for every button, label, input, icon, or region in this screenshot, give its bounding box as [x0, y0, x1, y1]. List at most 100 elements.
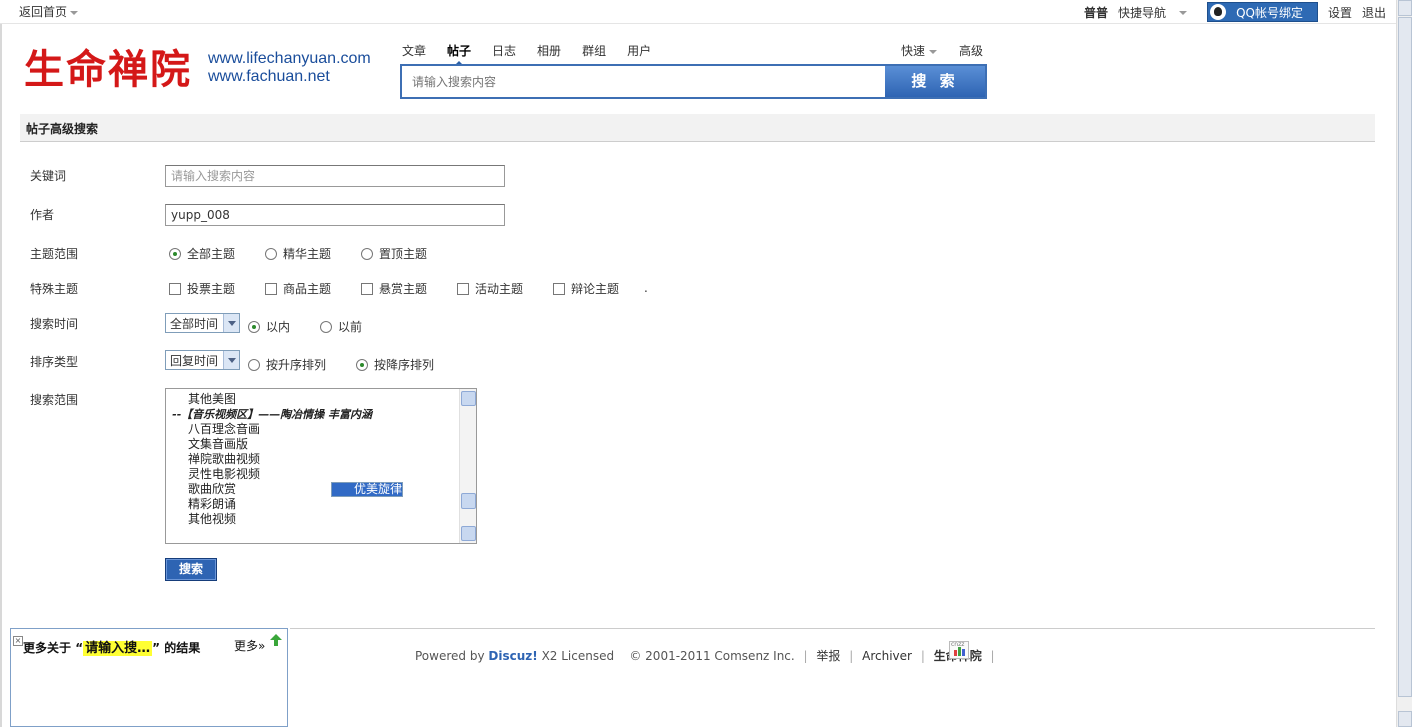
list-item[interactable]: 文集音画版 [166, 437, 476, 452]
cnzz-bar [958, 647, 961, 656]
powered-by-text: Powered by [415, 649, 485, 663]
footer-separator: | [849, 649, 854, 663]
special-option[interactable]: 辩论主题 [553, 280, 619, 297]
tab-search-type[interactable]: 日志 [492, 42, 516, 60]
scope-option-label: 精华主题 [283, 247, 332, 261]
top-bar: 返回首页 普普 快捷导航 QQ帐号绑定 设置 退出 [0, 0, 1396, 24]
order-option-label: 按升序排列 [266, 358, 327, 372]
author-input[interactable]: yupp_008 [165, 204, 505, 226]
close-icon[interactable]: × [13, 636, 23, 646]
chevron-down-icon [1179, 11, 1188, 15]
tab-search-type[interactable]: 相册 [537, 42, 561, 60]
search-button[interactable]: 搜 索 [885, 66, 985, 97]
checkbox[interactable] [361, 282, 373, 295]
radio-button[interactable] [248, 320, 260, 333]
search-submit-button[interactable]: 搜索 [165, 558, 217, 581]
order-option[interactable]: 按升序排列 [248, 356, 326, 373]
radio-button[interactable] [361, 247, 373, 260]
list-scrollbar[interactable] [459, 389, 476, 543]
special-option-label: 悬赏主题 [379, 282, 428, 296]
time-option[interactable]: 以前 [320, 318, 362, 335]
time-label: 搜索时间 [30, 317, 79, 331]
special-option-label: 商品主题 [283, 282, 332, 296]
quick-nav-label: 快捷导航 [1118, 5, 1167, 20]
back-home-label: 返回首页 [19, 5, 68, 19]
radio-button[interactable] [320, 320, 332, 333]
chevron-down-icon [929, 49, 938, 54]
site-logo[interactable]: 生命禅院 www.lifechanyuan.com www.fachuan.ne… [24, 44, 384, 98]
scope-option[interactable]: 全部主题 [169, 245, 235, 262]
tab-search-type[interactable]: 群组 [582, 42, 606, 60]
username-link[interactable]: 普普 [1084, 4, 1108, 21]
checkbox[interactable] [457, 282, 469, 295]
archiver-link[interactable]: Archiver [862, 649, 912, 663]
keyword-input[interactable]: 请输入搜索内容 [165, 165, 505, 187]
list-item[interactable]: 优美旋律 [331, 482, 404, 497]
window-scrollbar[interactable] [1396, 0, 1412, 727]
forum-items: 其他美图 --【音乐视频区】——陶冶情操 丰富内涵 八百理念音画 文集音画版 禅院歌曲视… [166, 389, 476, 527]
author-label: 作者 [30, 208, 55, 222]
arrow-up-icon[interactable] [270, 634, 282, 646]
top-bar-right: 普普 快捷导航 QQ帐号绑定 设置 退出 [1084, 2, 1396, 22]
footer-separator: | [920, 649, 925, 663]
logo-url-2: www.fachuan.net [208, 68, 330, 85]
tab-search-type[interactable]: 用户 [627, 42, 651, 60]
list-item[interactable]: 其他美图 [166, 392, 476, 407]
page-left-edge [0, 0, 2, 727]
radio-button[interactable] [248, 358, 260, 371]
order-option[interactable]: 按降序排列 [356, 356, 434, 373]
forum-range-list[interactable]: 其他美图 --【音乐视频区】——陶冶情操 丰富内涵 八百理念音画 文集音画版 禅院歌曲视… [165, 388, 477, 544]
quick-search-menu[interactable]: 快速 [901, 42, 938, 59]
cnzz-stats-icon[interactable]: cnzz [949, 641, 969, 659]
checkbox[interactable] [169, 282, 181, 295]
radio-button[interactable] [265, 247, 277, 260]
settings-link[interactable]: 设置 [1328, 4, 1352, 21]
scroll-up-icon[interactable] [1398, 0, 1412, 16]
highlighted-keyword: 请输入搜… [83, 641, 153, 656]
special-option[interactable]: 投票主题 [169, 280, 235, 297]
scope-option[interactable]: 精华主题 [265, 245, 331, 262]
back-home-link[interactable]: 返回首页 [19, 3, 79, 20]
scroll-down-icon[interactable] [461, 526, 476, 541]
scroll-up-icon[interactable] [461, 391, 476, 406]
search-box: 搜 索 [400, 64, 987, 99]
discuz-link[interactable]: Discuz! [488, 649, 537, 663]
list-item[interactable]: 禅院歌曲视频 [166, 452, 476, 467]
time-option[interactable]: 以内 [248, 318, 290, 335]
advanced-search-link[interactable]: 高级 [959, 42, 983, 59]
time-select[interactable]: 全部时间 [165, 313, 240, 333]
list-item[interactable]: 八百理念音画 [166, 422, 476, 437]
radio-button[interactable] [356, 358, 368, 371]
special-option[interactable]: 悬赏主题 [361, 280, 427, 297]
order-select[interactable]: 回复时间 [165, 350, 240, 370]
list-item[interactable]: 歌曲欣赏 [166, 482, 476, 497]
list-item[interactable]: 其他视频 [166, 512, 476, 527]
special-option-label: 辩论主题 [571, 282, 620, 296]
special-dot: . [644, 281, 648, 295]
quick-nav-menu[interactable]: 快捷导航 [1118, 4, 1197, 21]
qq-bind-button[interactable]: QQ帐号绑定 [1207, 2, 1318, 22]
scroll-thumb[interactable] [1398, 17, 1412, 697]
scope-option-label: 置顶主题 [379, 247, 428, 261]
tab-search-type[interactable]: 文章 [402, 42, 426, 60]
radio-button[interactable] [169, 247, 181, 260]
list-item[interactable]: 精彩朗诵 [166, 497, 476, 512]
report-link[interactable]: 举报 [816, 649, 840, 663]
time-select-value: 全部时间 [170, 316, 219, 331]
order-label: 排序类型 [30, 355, 79, 369]
special-option[interactable]: 商品主题 [265, 280, 331, 297]
checkbox[interactable] [553, 282, 565, 295]
checkbox[interactable] [265, 282, 277, 295]
forum-category[interactable]: --【音乐视频区】——陶冶情操 丰富内涵 [166, 407, 476, 422]
search-input[interactable] [402, 66, 885, 97]
chevron-down-icon [223, 351, 239, 369]
more-results-link[interactable]: 更多» [234, 637, 265, 654]
list-item[interactable]: 灵性电影视频 [166, 467, 476, 482]
range-label: 搜索范围 [30, 393, 79, 407]
logout-link[interactable]: 退出 [1362, 4, 1386, 21]
scope-option[interactable]: 置顶主题 [361, 245, 427, 262]
scroll-thumb[interactable] [461, 493, 476, 509]
scroll-down-icon[interactable] [1398, 711, 1412, 727]
tab-search-type[interactable]: 帖子 [447, 42, 471, 66]
special-option[interactable]: 活动主题 [457, 280, 523, 297]
